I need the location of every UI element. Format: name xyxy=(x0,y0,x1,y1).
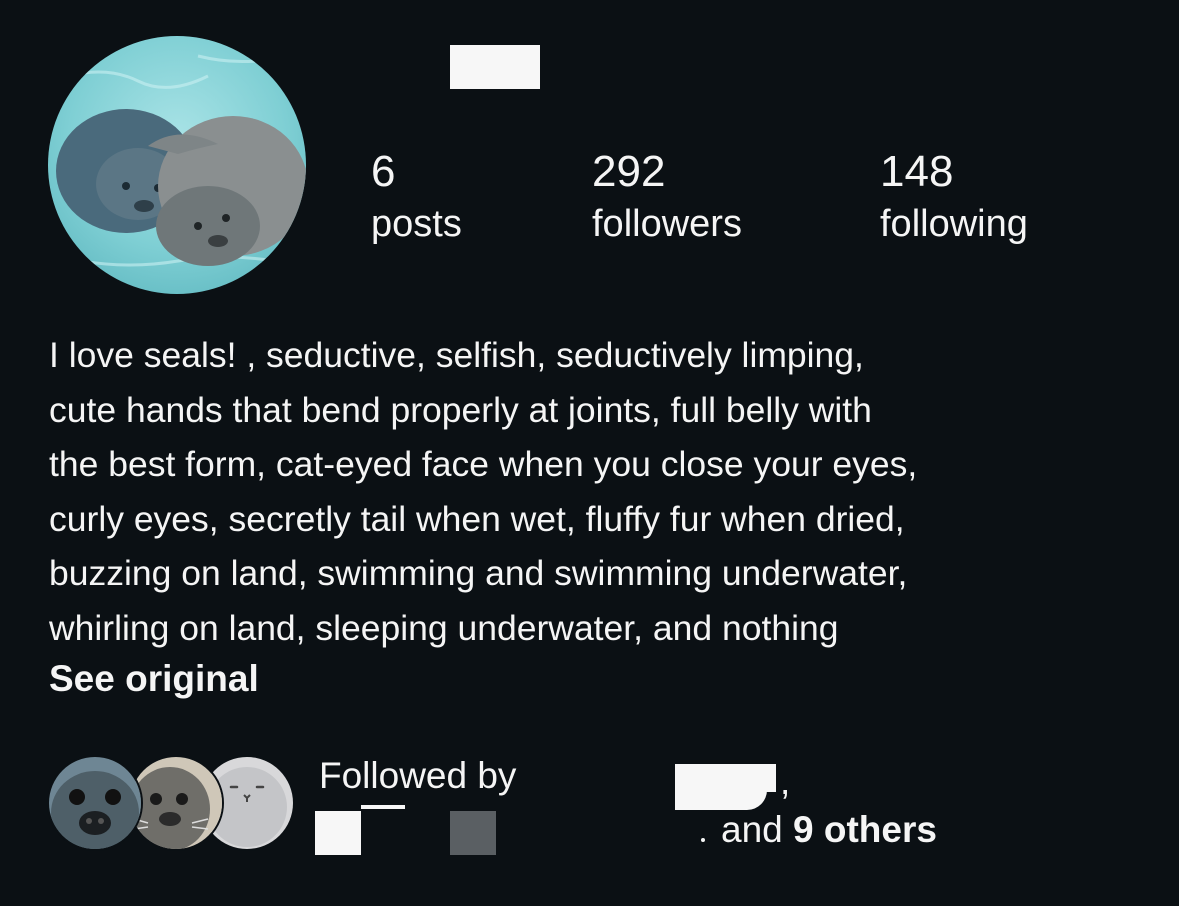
follower-name-redaction xyxy=(766,764,776,792)
following-stat[interactable]: 148 following xyxy=(880,148,1028,250)
followed-by-label[interactable]: Followed by xyxy=(319,750,516,802)
follower-name-redaction xyxy=(361,805,405,809)
username-redaction xyxy=(450,45,540,89)
bio-line: whirling on land, sleeping underwater, a… xyxy=(49,607,839,648)
followers-count: 292 xyxy=(592,147,666,196)
bio-line: I love seals! , seductive, selfish, sedu… xyxy=(49,335,864,375)
following-label: following xyxy=(880,203,1028,245)
following-count: 148 xyxy=(880,147,954,196)
others-count: 9 others xyxy=(793,809,937,850)
posts-stat[interactable]: 6 posts xyxy=(371,148,462,250)
follower-avatar[interactable] xyxy=(47,755,143,851)
bio-line: buzzing on land, swimming and swimming u… xyxy=(49,553,908,593)
posts-label: posts xyxy=(371,203,462,245)
followed-by-separator: , xyxy=(780,761,791,802)
see-original-link[interactable]: See original xyxy=(49,653,259,705)
profile-avatar[interactable] xyxy=(48,36,306,294)
name-fragment xyxy=(701,838,705,842)
profile-header: 6 posts 292 followers 148 following I lo… xyxy=(0,0,1179,906)
follower-name-redaction xyxy=(450,811,496,855)
followed-by-others[interactable]: and 9 others xyxy=(721,804,937,856)
bio-line: curly eyes, secretly tail when wet, fluf… xyxy=(49,498,905,539)
bio-line: cute hands that bend properly at joints,… xyxy=(49,389,872,430)
followers-stat[interactable]: 292 followers xyxy=(592,148,742,250)
bio-line: the best form, cat-eyed face when you cl… xyxy=(49,444,918,484)
profile-bio: I love seals! , seductive, selfish, sedu… xyxy=(49,328,1159,655)
followers-label: followers xyxy=(592,203,742,245)
and-text: and xyxy=(721,809,783,850)
follower-name-redaction xyxy=(315,811,361,855)
posts-count: 6 xyxy=(371,147,396,196)
